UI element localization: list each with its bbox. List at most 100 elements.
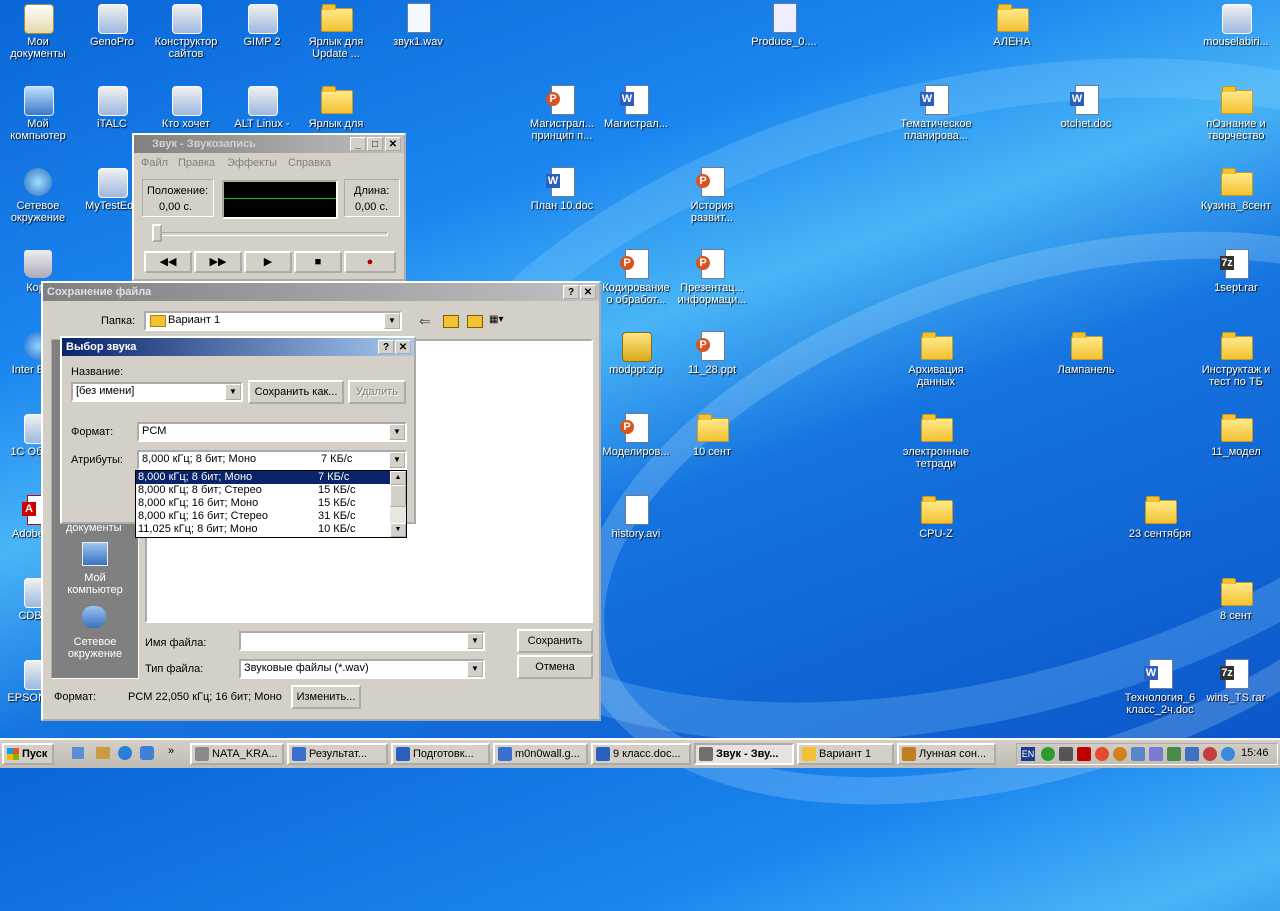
menu-effects[interactable]: Эффекты [227, 157, 277, 169]
chevron-down-icon[interactable]: ▼ [467, 633, 483, 649]
chevron-down-icon[interactable]: ▼ [467, 661, 483, 677]
folder-select[interactable]: Вариант 1 ▼ [144, 311, 402, 331]
play-button[interactable]: ▶ [244, 251, 292, 273]
close-button[interactable]: ✕ [580, 285, 596, 299]
desktop-icon[interactable]: Конструктор сайтов [148, 2, 224, 60]
attribute-option[interactable]: 8,000 кГц; 8 бит; Моно 7 КБ/с [136, 471, 390, 484]
desktop-icon[interactable]: Ярлык для Update ... [298, 2, 374, 60]
desktop-icon[interactable]: mouselabiri... [1198, 2, 1274, 48]
scroll-up-arrow[interactable]: ▲ [390, 471, 406, 485]
save-button[interactable]: Сохранить [517, 629, 593, 653]
record-button[interactable]: ● [344, 251, 396, 273]
desktop-icon[interactable]: АЛЕНА [974, 2, 1050, 48]
new-folder-icon[interactable] [467, 315, 483, 328]
desktop-icon[interactable]: 11_модел [1198, 412, 1274, 458]
chevron-down-icon[interactable]: ▼ [389, 452, 405, 468]
desktop-icon[interactable]: 10 сент [674, 412, 750, 458]
taskbar-item[interactable]: 9 класс.doc... [591, 743, 691, 765]
desktop-icon[interactable]: P История развит... [674, 166, 750, 224]
tray-app-icon[interactable] [1113, 747, 1127, 761]
delete-button[interactable]: Удалить [348, 380, 406, 404]
tray-app-icon[interactable] [1041, 747, 1055, 761]
view-menu-icon[interactable]: ▦▾ [489, 315, 509, 326]
position-slider-track[interactable] [154, 232, 388, 236]
quicklaunch-mail-icon[interactable] [96, 747, 110, 759]
desktop-icon[interactable]: W Магистрал... [598, 84, 674, 130]
scroll-down-arrow[interactable]: ▼ [390, 523, 406, 537]
rewind-button[interactable]: ◀◀ [144, 251, 192, 273]
desktop-icon[interactable]: 8 сент [1198, 576, 1274, 622]
desktop-icon[interactable]: Лампанель [1048, 330, 1124, 376]
quicklaunch-ie-icon[interactable] [118, 746, 132, 760]
maximize-button[interactable]: □ [367, 137, 383, 151]
help-button[interactable]: ? [378, 340, 394, 354]
tray-app-icon[interactable] [1149, 747, 1163, 761]
places-network[interactable]: Сетевое окружение [64, 636, 126, 660]
clock[interactable]: 15:46 [1241, 747, 1269, 759]
dropdown-scrollbar[interactable]: ▲ ▼ [390, 471, 406, 537]
sound-recorder-titlebar[interactable]: Звук - Звукозапись _ □ ✕ [134, 135, 404, 153]
desktop-icon[interactable]: Архивация данных [898, 330, 974, 388]
taskbar-item[interactable]: Звук - Зву... [694, 743, 794, 765]
places-mycomputer[interactable]: Мой компьютер [66, 572, 124, 596]
change-format-button[interactable]: Изменить... [291, 685, 361, 709]
save-as-button[interactable]: Сохранить как... [248, 380, 344, 404]
attribute-option[interactable]: 11,025 кГц; 8 бит; Моно 10 КБ/с [136, 523, 390, 536]
desktop-icon[interactable]: 23 сентября [1122, 494, 1198, 540]
desktop-icon[interactable]: CPU-Z [898, 494, 974, 540]
desktop-icon[interactable]: P Магистрал... принцип п... [524, 84, 600, 142]
language-indicator[interactable]: EN [1021, 747, 1035, 761]
tray-antivirus-icon[interactable] [1077, 747, 1091, 761]
desktop-icon[interactable]: Инструктаж и тест по ТБ [1198, 330, 1274, 388]
taskbar-item[interactable]: Лунная сон... [897, 743, 996, 765]
start-button[interactable]: Пуск [2, 743, 54, 765]
quicklaunch-explorer-icon[interactable] [140, 746, 154, 760]
menu-help[interactable]: Справка [288, 157, 331, 169]
desktop-icon[interactable]: P Кодирование о обработ... [598, 248, 674, 306]
desktop-icon[interactable]: Ярлык для [298, 84, 374, 130]
desktop-icon[interactable]: Мой компьютер [0, 84, 76, 142]
filename-input[interactable]: ▼ [239, 631, 485, 651]
desktop-icon[interactable]: пОзнание и творчество [1198, 84, 1274, 142]
format-select[interactable]: PCM ▼ [137, 422, 407, 442]
chevron-down-icon[interactable]: ▼ [384, 313, 400, 329]
desktop-icon[interactable]: Produce_0.... [746, 2, 822, 48]
desktop-icon[interactable]: P Презентац... информаци... [674, 248, 750, 306]
tray-app-icon[interactable] [1185, 747, 1199, 761]
cancel-button[interactable]: Отмена [517, 655, 593, 679]
menu-file[interactable]: Файл [141, 157, 168, 169]
taskbar-item[interactable]: m0n0wall.g... [493, 743, 588, 765]
desktop-icon[interactable]: W Технология_6 класс_2ч.doc [1122, 658, 1198, 716]
desktop-icon[interactable]: звук1.wav [380, 2, 456, 48]
attribute-option[interactable]: 8,000 кГц; 16 бит; Моно 15 КБ/с [136, 497, 390, 510]
close-button[interactable]: ✕ [385, 137, 401, 151]
desktop-icon[interactable]: GIMP 2 [224, 2, 300, 48]
desktop-icon[interactable]: 7z wins_TS.rar [1198, 658, 1274, 704]
taskbar-item[interactable]: Вариант 1 [797, 743, 894, 765]
up-folder-icon[interactable] [443, 315, 459, 328]
close-button[interactable]: ✕ [395, 340, 411, 354]
desktop-icon[interactable]: W План 10.doc [524, 166, 600, 212]
desktop-icon[interactable]: Кто хочет [148, 84, 224, 130]
help-button[interactable]: ? [563, 285, 579, 299]
tray-app-icon[interactable] [1203, 747, 1217, 761]
attribute-option[interactable]: 8,000 кГц; 16 бит; Стерео 31 КБ/с [136, 510, 390, 523]
filetype-select[interactable]: Звуковые файлы (*.wav) ▼ [239, 659, 485, 679]
desktop-icon[interactable]: Кузина_8сент [1198, 166, 1274, 212]
desktop-icon[interactable]: 7z 1sept.rar [1198, 248, 1274, 294]
name-select[interactable]: [без имени] ▼ [71, 382, 243, 402]
desktop-icon[interactable]: modppt.zip [598, 330, 674, 376]
chevron-down-icon[interactable]: ▼ [389, 424, 405, 440]
desktop-icon[interactable]: P 11_28.ppt [674, 330, 750, 376]
taskbar-item[interactable]: Результат... [287, 743, 388, 765]
tray-network-icon[interactable] [1131, 747, 1145, 761]
quicklaunch-desktop-icon[interactable] [72, 747, 84, 759]
desktop-icon[interactable]: P Моделиров... [598, 412, 674, 458]
taskbar-item[interactable]: Подготовк... [391, 743, 490, 765]
tray-volume-icon[interactable] [1059, 747, 1073, 761]
tray-app-icon[interactable] [1095, 747, 1109, 761]
scroll-thumb[interactable] [390, 485, 406, 507]
desktop-icon[interactable]: Мои документы [0, 2, 76, 60]
desktop-icon[interactable]: GenoPro [74, 2, 150, 48]
desktop-icon[interactable]: ALT Linux - [224, 84, 300, 130]
